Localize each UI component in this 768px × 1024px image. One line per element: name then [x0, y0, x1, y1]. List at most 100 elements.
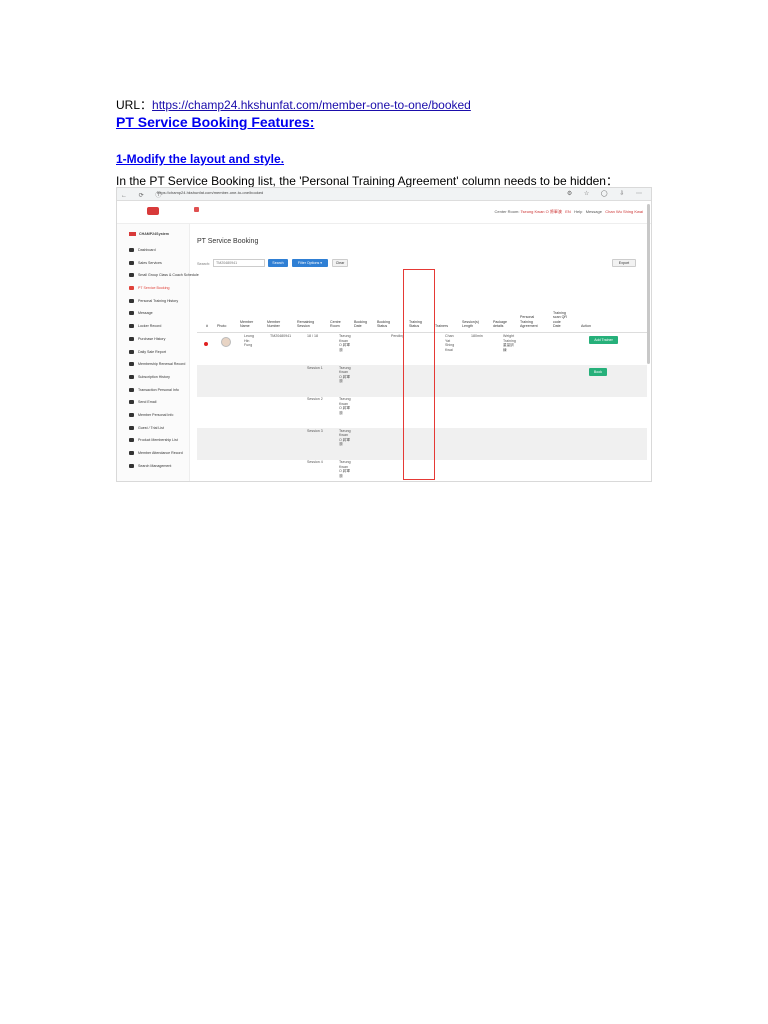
sidebar-item-label: Transaction Personal Info: [138, 387, 179, 392]
sidebar-item: PT Service Booking: [117, 284, 189, 299]
column-header: #: [206, 324, 208, 329]
menu-toggle-icon: [194, 207, 199, 212]
menu-icon: [129, 425, 134, 430]
sidebar-brand: CHAMP24System: [129, 232, 169, 237]
session-length: 180min: [471, 334, 483, 338]
browser-tool-icons: ⚙ ☆ ◯ ⇩ ⋯: [566, 191, 647, 197]
sidebar-item: Search Management: [129, 464, 189, 477]
sidebar-item-label: Small Group Class & Coach Schedule: [138, 273, 199, 278]
browser-toolbar: ← ⟳ ⓘ https://champ24.hkshunfat.com/memb…: [117, 188, 651, 201]
menu-icon: [129, 463, 134, 468]
search-button: Search: [268, 259, 288, 267]
sidebar: CHAMP24System Dashboard Sales Services Sma…: [117, 224, 199, 481]
sidebar-menu: Dashboard Sales Services Small Group Class…: [117, 248, 199, 477]
logo-icon: [147, 207, 159, 215]
sidebar-item-label: Daily Sale Report: [138, 349, 166, 354]
session-label: Session 1: [307, 365, 323, 370]
sidebar-item-label: Search Management: [138, 463, 172, 468]
center-value: Tseung Kwan O 將軍澳: [520, 209, 562, 214]
menu-icon: [129, 298, 134, 303]
sidebar-item-label: Member Attendance Record: [138, 451, 183, 455]
menu-icon: [129, 286, 134, 291]
sidebar-item: Sales Services: [129, 261, 189, 274]
section-heading[interactable]: PT Service Booking Features:: [116, 114, 314, 130]
scrollbar: [647, 204, 650, 364]
search-label: Search:: [197, 262, 211, 266]
column-header: Trainers: [435, 324, 449, 329]
sidebar-item-label: Sales Services: [138, 260, 162, 265]
centre-room: Tseung Kwan O 將軍 澳: [339, 397, 351, 415]
sidebar-item-label: Member Personal Info: [138, 412, 174, 417]
sidebar-item: Dashboard: [129, 248, 189, 261]
sidebar-item-label: Purchase History: [138, 336, 166, 341]
sidebar-item: Member Personal Info: [129, 413, 189, 426]
app-topbar: Center Room: Tseung Kwan O 將軍澳 EN Help M…: [117, 201, 651, 224]
help-link: Help: [574, 209, 583, 214]
column-header: Booking Date: [354, 319, 367, 329]
menu-icon: [129, 336, 134, 341]
highlight-box-agreement-column: [403, 269, 435, 480]
session-label: Session 2: [307, 397, 323, 401]
sidebar-item-label: Membership Renewal Record: [138, 362, 186, 367]
sidebar-item: Message: [129, 311, 189, 324]
sidebar-item-label: Locker Record: [138, 324, 162, 329]
search-row: Search: TM20480941 Search Filter Options…: [197, 259, 647, 269]
subsection-heading[interactable]: 1-Modify the layout and style.: [116, 152, 284, 166]
sidebar-item: Small Group Class & Coach Schedule: [129, 273, 199, 286]
sidebar-item-label: Guest / Trial List: [138, 425, 164, 430]
sidebar-item: Transaction Personal Info: [129, 388, 189, 401]
url-line: URL：https://champ24.hkshunfat.com/member…: [116, 96, 471, 113]
menu-icon: [129, 451, 134, 456]
centre-room: Tseung Kwan O 將軍 澳: [339, 460, 351, 478]
menu-icon: [129, 349, 134, 354]
sidebar-item: Daily Sale Report: [129, 350, 189, 363]
column-header: Member Number: [267, 319, 281, 329]
column-header: Package details: [493, 319, 507, 329]
column-header: Training scan QR code Date: [553, 310, 567, 329]
page-title: PT Service Booking: [197, 238, 259, 245]
sidebar-item-label: Message: [138, 311, 153, 316]
session-label: Session 3: [307, 428, 323, 433]
url-link[interactable]: https://champ24.hkshunfat.com/member-one…: [152, 98, 471, 112]
embedded-screenshot: ← ⟳ ⓘ https://champ24.hkshunfat.com/memb…: [116, 187, 652, 482]
book-button: Book: [589, 367, 607, 376]
status-dot-icon: [204, 342, 208, 346]
menu-icon: [129, 311, 134, 316]
session-label: Session 4: [307, 460, 323, 464]
trainer: Chan Yat Shing Kwai: [445, 334, 455, 352]
message-link: Message: [585, 209, 602, 214]
sidebar-item-label: Send Email: [138, 400, 157, 405]
brand-label: CHAMP24System: [139, 232, 169, 236]
menu-icon: [129, 324, 134, 329]
centre-room: Tseung Kwan O 將軍 澳: [339, 428, 351, 447]
menu-icon: [129, 260, 134, 265]
sidebar-item: Subscription History: [129, 375, 189, 388]
sidebar-item: Locker Record: [129, 324, 189, 337]
add-trainer-button: Add Trainer: [589, 336, 618, 344]
export-button: Export: [612, 259, 636, 267]
menu-icon: [129, 387, 134, 392]
topbar-right: Center Room: Tseung Kwan O 將軍澳 EN Help M…: [495, 209, 643, 215]
avatar: [221, 337, 231, 347]
package-details: Weight Training 重量訓 練: [503, 334, 516, 352]
center-label: Center Room:: [494, 209, 520, 214]
remaining-session: 18 / 18: [307, 334, 318, 338]
lang-switch: EN: [565, 209, 571, 214]
centre-room: Tseung Kwan O 將軍 澳: [339, 334, 351, 352]
clear-button: Clear: [332, 259, 348, 267]
column-header: Action: [581, 324, 591, 329]
sidebar-item: Purchase History: [129, 337, 189, 350]
filter-options-button: Filter Options ▾: [292, 259, 328, 267]
sidebar-item-label: PT Service Booking: [138, 286, 170, 291]
sidebar-item-label: Product Membership List: [138, 438, 178, 443]
browser-address: https://champ24.hkshunfat.com/member-one…: [157, 190, 264, 195]
menu-icon: [129, 273, 134, 278]
menu-icon: [129, 374, 134, 379]
menu-icon: [129, 438, 134, 443]
user-name: Chan Wu Shing Kwai: [605, 209, 643, 214]
sidebar-item: Send Email: [129, 400, 189, 413]
column-header: Member Name: [240, 319, 254, 329]
search-input: TM20480941: [213, 259, 265, 267]
menu-icon: [129, 412, 134, 417]
member-number: TM20480941: [270, 334, 292, 338]
